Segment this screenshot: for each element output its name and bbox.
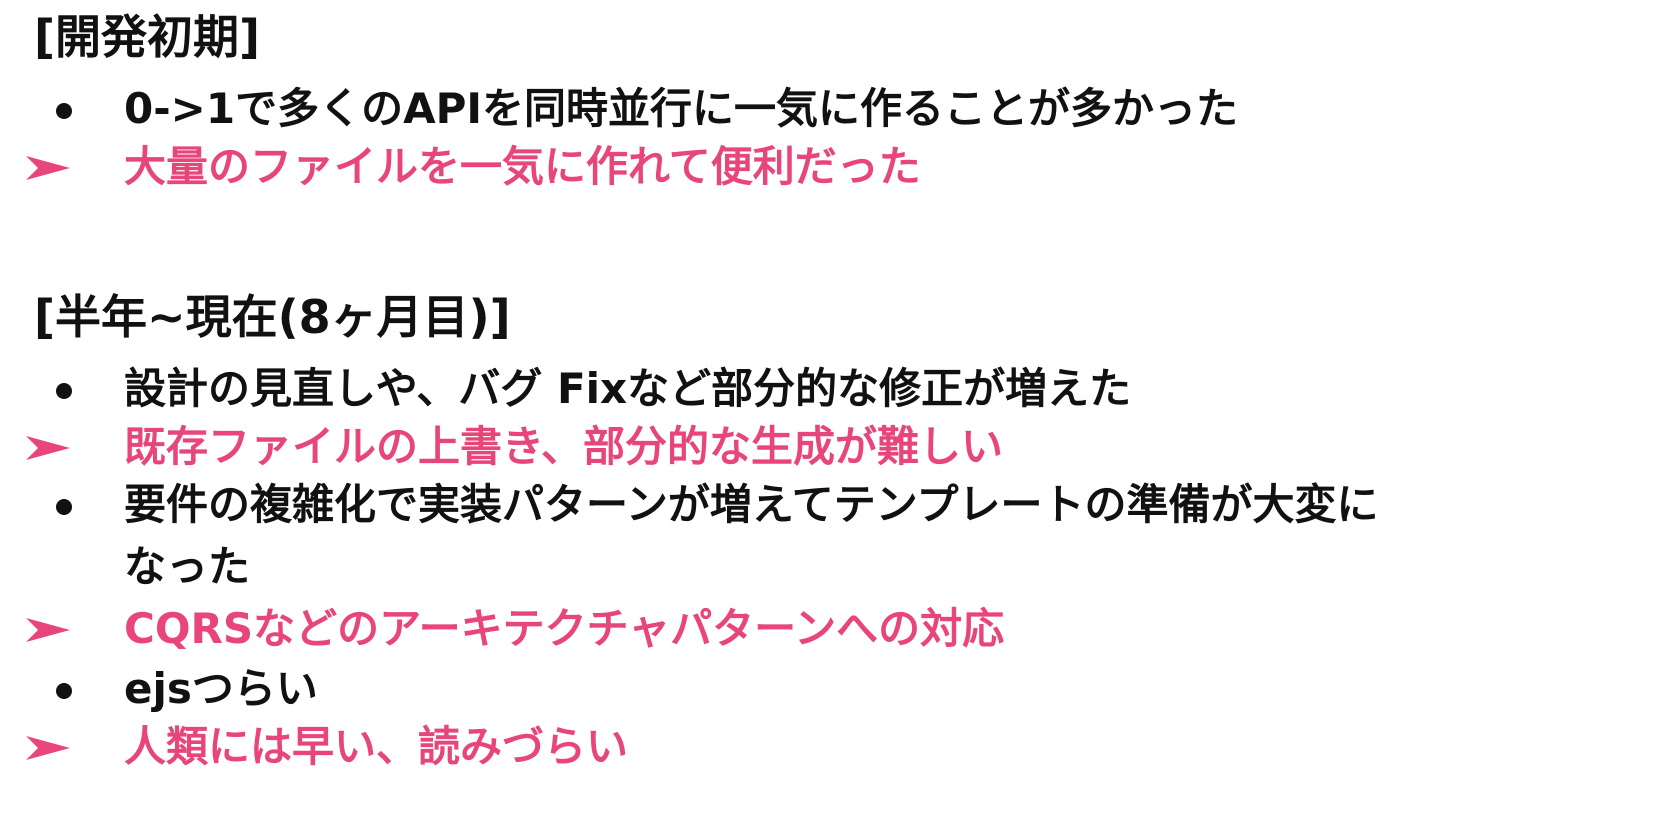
list-item-text: 人類には早い、読みづらい	[124, 722, 629, 771]
bullet-icon	[56, 499, 72, 515]
list-item-text: ejsつらい	[124, 664, 318, 713]
slide: [開発初期] 0->1で多くのAPIを同時並行に一気に作ることが多かった 大量の…	[0, 0, 1656, 820]
bullet-icon	[56, 103, 72, 119]
list-item-text: CQRSなどのアーキテクチャパターンへの対応	[124, 604, 1005, 653]
arrow-icon	[26, 736, 70, 760]
arrow-icon	[26, 436, 70, 460]
arrow-icon	[26, 156, 70, 180]
list-item-text: 0->1で多くのAPIを同時並行に一気に作ることが多かった	[124, 84, 1238, 133]
list-item-text: 既存ファイルの上書き、部分的な生成が難しい	[124, 422, 1004, 471]
list-item-text-continuation: なった	[124, 542, 251, 591]
section-heading-early: [開発初期]	[34, 10, 261, 64]
bullet-icon	[56, 683, 72, 699]
section-heading-current: [半年~現在(8ヶ月目)]	[34, 290, 511, 344]
bullet-icon	[56, 383, 72, 399]
arrow-icon	[26, 618, 70, 642]
list-item-text: 大量のファイルを一気に作れて便利だった	[124, 142, 921, 191]
list-item-text: 要件の複雑化で実装パターンが増えてテンプレートの準備が大変に	[124, 480, 1379, 529]
list-item-text: 設計の見直しや、バグ Fixなど部分的な修正が増えた	[124, 364, 1132, 413]
